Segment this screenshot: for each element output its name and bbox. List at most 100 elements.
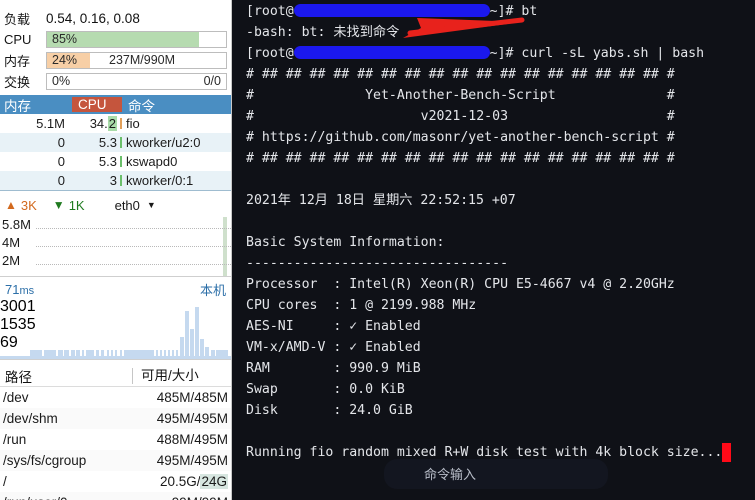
- memory-label: 内存: [4, 54, 31, 69]
- latency-bar: [82, 350, 84, 359]
- disk-row[interactable]: /dev/shm 495M/495M: [0, 408, 231, 429]
- disk-path: /run: [3, 432, 27, 447]
- process-command: kworker/0:1: [126, 173, 194, 188]
- latency-bar: [115, 350, 117, 359]
- runtime-value: 42 分: [36, 0, 67, 1]
- process-cpu-indicator: [120, 118, 122, 129]
- terminal-line: # ## ## ## ## ## ## ## ## ## ## ## ## ##…: [246, 151, 675, 166]
- memory-row: 内存 24% 237M/990M: [0, 50, 231, 71]
- latency-bar: [96, 350, 99, 359]
- terminal-line: ---------------------------------: [246, 256, 509, 271]
- network-y-tick: 5.8M: [2, 217, 31, 232]
- network-y-tick: 4M: [2, 235, 21, 250]
- disk-path: /dev: [3, 390, 29, 405]
- cpu-label: CPU: [4, 32, 32, 47]
- terminal-line: # ## ## ## ## ## ## ## ## ## ## ## ## ##…: [246, 67, 675, 82]
- terminal-line: AES-NI : ✓ Enabled: [246, 319, 421, 334]
- redacted-hostname: [293, 4, 490, 17]
- process-memory: 0: [57, 173, 65, 188]
- disk-path: /sys/fs/cgroup: [3, 453, 87, 468]
- latency-bar: [176, 350, 178, 359]
- disk-row[interactable]: /run/user/099M/99M: [0, 492, 231, 500]
- latency-bar: [120, 350, 122, 359]
- latency-bar: [211, 350, 215, 359]
- latency-bar: [124, 350, 154, 359]
- process-row-list: 5.1M 34.2 fio 0 5.3 kworker/u2:0 0 5.3 kswapd0 0 3…: [0, 114, 231, 190]
- latency-bar: [44, 350, 56, 359]
- runtime-label: 运行: [4, 0, 30, 1]
- memory-usage-bar: 24% 237M/990M: [46, 52, 227, 69]
- terminal-output[interactable]: [root@ ~]# bt -bash: bt: 未找到命令 [root@ ~]# cu…: [232, 0, 755, 500]
- swap-percent-text: 0%: [52, 74, 71, 88]
- upload-rate: 3K: [20, 197, 37, 213]
- cpu-percent-text: 85%: [52, 32, 78, 46]
- terminal-prompt-line: [root@ ~]# bt: [246, 4, 538, 19]
- disk-row[interactable]: /dev 485M/485M: [0, 387, 231, 408]
- terminal-cursor: [722, 443, 732, 462]
- col-header-path[interactable]: 路径: [0, 366, 132, 386]
- command-input-placeholder: 命令输入: [424, 466, 477, 482]
- disk-avail-size: 20.5G/24G: [159, 474, 228, 489]
- latency-graph: 3001 1535 69: [0, 298, 231, 360]
- swap-row: 交换 0% 0/0: [0, 71, 231, 92]
- process-row[interactable]: 5.1M 34.2 fio: [0, 114, 231, 133]
- process-command: kswapd0: [126, 154, 178, 169]
- runtime-row: 运行 42 分: [0, 0, 231, 7]
- process-cpu-highlight: 2: [107, 116, 117, 131]
- process-row[interactable]: 0 3 kworker/0:1: [0, 171, 231, 190]
- latency-bar: [185, 311, 189, 359]
- disk-table-header: 路径 可用/大小: [0, 366, 231, 387]
- latency-bar: [86, 350, 94, 359]
- col-header-command[interactable]: 命令: [122, 95, 231, 115]
- latency-bar: [180, 337, 184, 359]
- terminal-line: Processor : Intel(R) Xeon(R) CPU E5-4667…: [246, 277, 675, 292]
- latency-bar: [107, 350, 109, 359]
- disk-avail-size: 495M/495M: [156, 453, 228, 468]
- gridline: [36, 264, 231, 265]
- col-header-avail-size[interactable]: 可用/大小: [132, 368, 231, 384]
- latency-bar: [156, 350, 158, 359]
- terminal-line: # Yet-Another-Bench-Script #: [246, 88, 675, 103]
- latency-bar: [205, 347, 209, 359]
- terminal-line: CPU cores : 1 @ 2199.988 MHz: [246, 298, 477, 313]
- process-cpu-indicator: [120, 137, 122, 148]
- swap-usage-bar: 0% 0/0: [46, 73, 227, 90]
- disk-avail-size: 495M/495M: [156, 411, 228, 426]
- latency-bar: [30, 350, 42, 359]
- disk-row[interactable]: /run 488M/495M: [0, 429, 231, 450]
- terminal-line: # https://github.com/masonr/yet-another-…: [246, 130, 675, 145]
- gridline: [36, 246, 231, 247]
- system-monitor-panel: 运行 42 分 负载 0.54, 0.16, 0.08 CPU 85% 内存 2…: [0, 0, 232, 500]
- process-cpu: 34.2: [72, 116, 122, 131]
- col-header-memory[interactable]: 内存: [0, 95, 72, 115]
- disk-size-highlight: 24G: [200, 474, 228, 489]
- redacted-hostname: [293, 46, 490, 59]
- network-interface-name[interactable]: eth0: [115, 198, 140, 213]
- disk-row[interactable]: / 20.5G/24G: [0, 471, 231, 492]
- process-row[interactable]: 0 5.3 kswapd0: [0, 152, 231, 171]
- disk-row[interactable]: /sys/fs/cgroup 495M/495M: [0, 450, 231, 471]
- swap-detail-text: 0/0: [203, 74, 221, 88]
- latency-bar: [58, 350, 63, 359]
- network-header: ▲ 3K ▼ 1K eth0 ▼: [0, 195, 231, 215]
- cpu-row: CPU 85%: [0, 29, 231, 50]
- chevron-down-icon[interactable]: ▼: [147, 200, 156, 210]
- command-input-field[interactable]: 命令输入: [384, 459, 608, 489]
- latency-bar: [160, 350, 162, 359]
- latency-target-label[interactable]: 本机: [200, 280, 226, 299]
- process-cpu-indicator: [120, 175, 122, 186]
- terminal-line: -bash: bt: 未找到命令: [246, 25, 400, 40]
- process-row[interactable]: 0 5.3 kworker/u2:0: [0, 133, 231, 152]
- download-rate: 1K: [68, 197, 85, 213]
- col-header-cpu[interactable]: CPU: [72, 97, 122, 112]
- terminal-line-list: [root@ ~]# bt -bash: bt: 未找到命令 [root@ ~]# cu…: [246, 1, 755, 463]
- process-memory: 0: [57, 135, 65, 150]
- latency-value: 71ms: [5, 281, 35, 297]
- latency-bar: [71, 350, 75, 359]
- process-command: fio: [126, 116, 140, 131]
- process-cpu: 5.3: [72, 135, 122, 150]
- latency-bar: [64, 350, 69, 359]
